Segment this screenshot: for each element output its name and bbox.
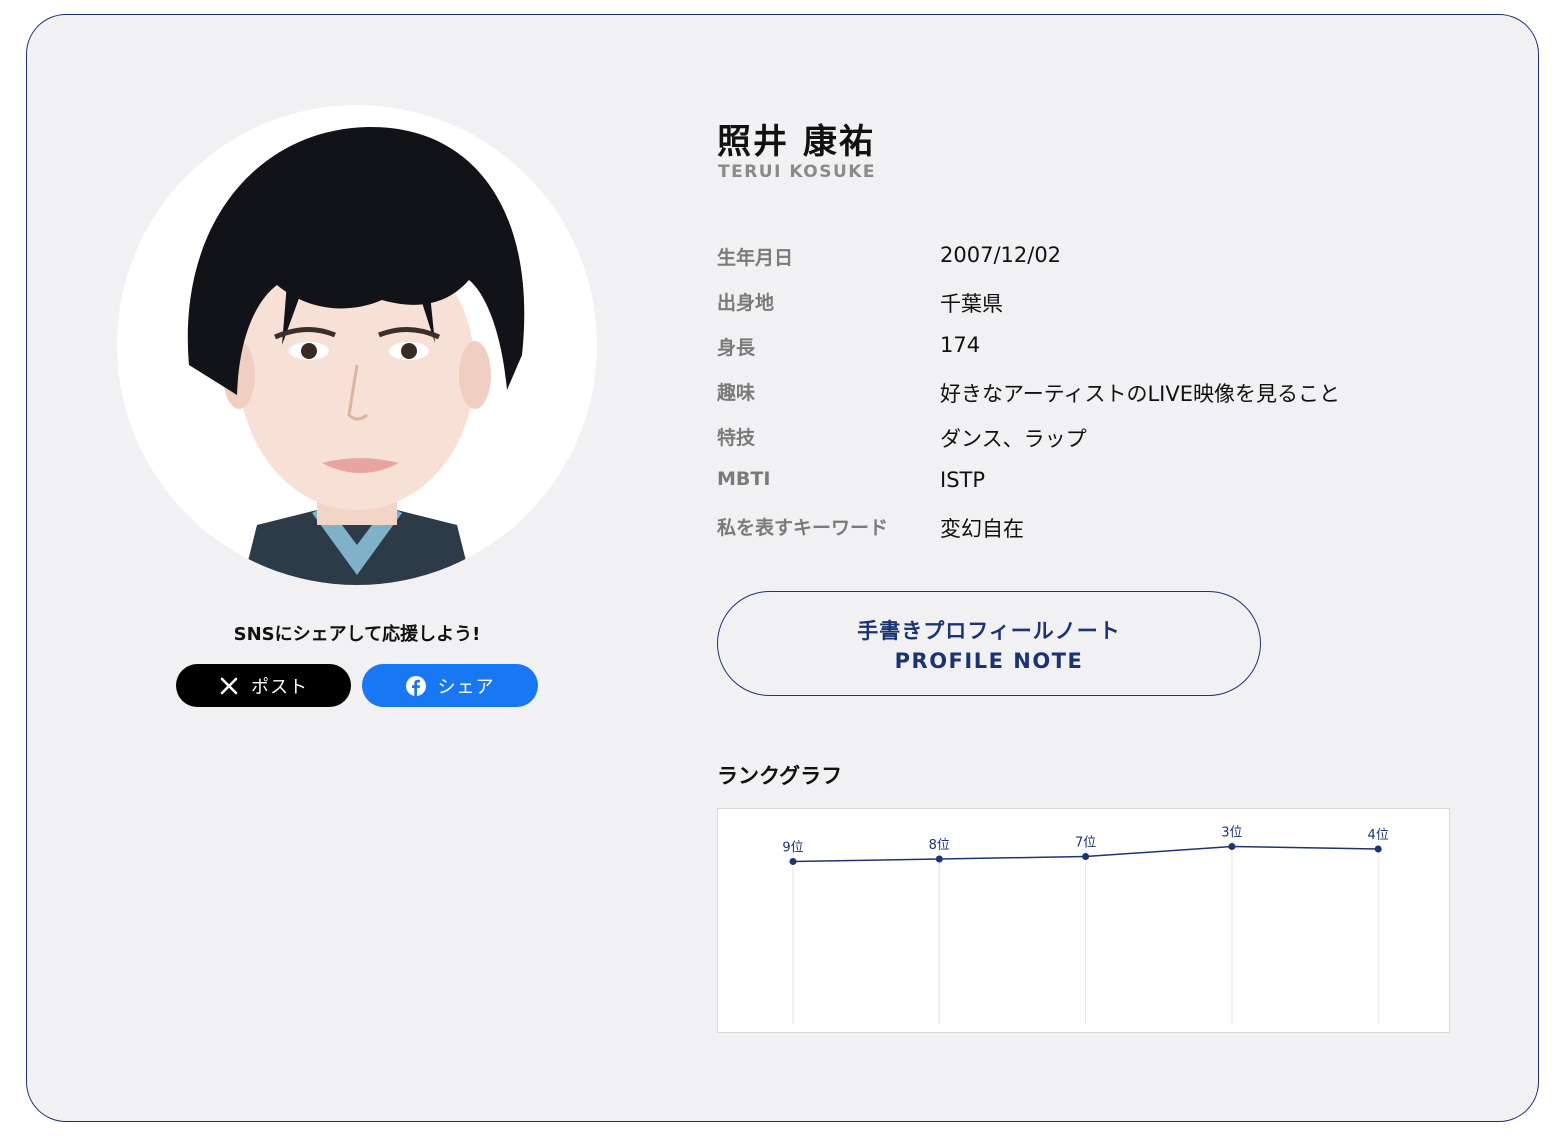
profile-note-button[interactable]: 手書きプロフィールノート PROFILE NOTE <box>717 591 1261 696</box>
rank-label: 3位 <box>1221 826 1242 841</box>
rank-point <box>789 858 797 865</box>
info-row-hometown: 出身地 千葉県 <box>717 285 1417 330</box>
profile-photo <box>117 105 597 585</box>
x-post-label: ポスト <box>251 676 308 698</box>
rank-graph: 9位 8位 7位 3位 4位 <box>717 808 1450 1033</box>
info-value: 千葉県 <box>940 292 1003 316</box>
info-label: 私を表すキーワード <box>717 517 889 539</box>
facebook-icon <box>405 675 426 696</box>
rank-label: 9位 <box>782 841 803 856</box>
facebook-share-label: シェア <box>437 676 495 698</box>
rank-label: 7位 <box>1075 836 1096 851</box>
info-value: ダンス、ラップ <box>940 427 1087 451</box>
info-row-skill: 特技 ダンス、ラップ <box>717 420 1417 465</box>
info-row-hobby: 趣味 好きなアーティストのLIVE映像を見ること <box>717 375 1417 420</box>
info-value: ISTP <box>940 468 986 492</box>
info-row-mbti: MBTI ISTP <box>717 465 1417 510</box>
rank-graph-title: ランクグラフ <box>717 764 843 788</box>
rank-point <box>1374 845 1382 853</box>
profile-note-label-en: PROFILE NOTE <box>894 648 1084 673</box>
info-label: MBTI <box>717 468 771 490</box>
rank-chart-svg: 9位 8位 7位 3位 4位 <box>782 826 1389 1024</box>
rank-label: 8位 <box>929 838 950 853</box>
facebook-share-button[interactable]: シェア <box>362 664 538 707</box>
profile-name-en: TERUI KOSUKE <box>718 162 877 182</box>
share-caption: SNSにシェアして応援しよう! <box>233 624 481 645</box>
x-post-button[interactable]: ポスト <box>176 664 351 707</box>
rank-point <box>1228 843 1236 850</box>
rank-label: 4位 <box>1368 828 1389 843</box>
info-value: 好きなアーティストのLIVE映像を見ること <box>940 382 1341 406</box>
info-value: 変幻自在 <box>940 517 1024 541</box>
info-label: 生年月日 <box>717 247 794 269</box>
info-label: 身長 <box>717 337 756 359</box>
info-label: 出身地 <box>717 292 775 314</box>
portrait-image <box>187 126 525 585</box>
info-row-height: 身長 174 <box>717 330 1417 375</box>
info-label: 特技 <box>717 427 756 449</box>
rank-point <box>935 855 943 863</box>
x-logo-icon <box>219 676 239 696</box>
rank-point <box>1082 853 1090 860</box>
info-label: 趣味 <box>717 382 756 404</box>
info-row-birthday: 生年月日 2007/12/02 <box>717 240 1417 285</box>
info-value: 2007/12/02 <box>940 243 1062 267</box>
profile-name: 照井 康祐 <box>717 122 875 162</box>
info-row-keyword: 私を表すキーワード 変幻自在 <box>717 510 1417 555</box>
profile-note-label-jp: 手書きプロフィールノート <box>857 618 1121 643</box>
profile-info-list: 生年月日 2007/12/02 出身地 千葉県 身長 174 趣味 好きなアーテ… <box>717 240 1417 555</box>
info-value: 174 <box>940 333 981 357</box>
